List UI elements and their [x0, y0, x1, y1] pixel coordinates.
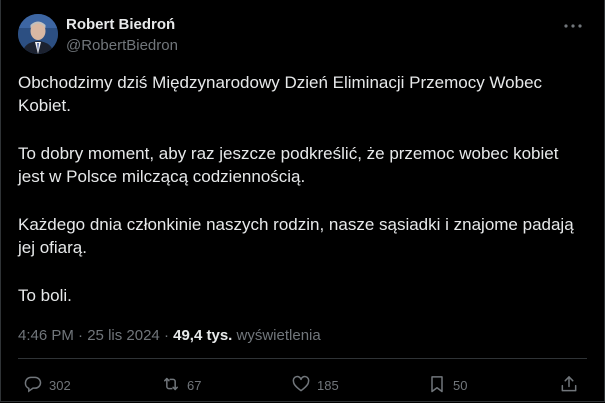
- avatar-image: [18, 14, 58, 54]
- post-paragraph: To boli.: [18, 286, 72, 305]
- avatar[interactable]: [18, 14, 58, 54]
- more-options-icon[interactable]: [562, 15, 584, 37]
- post-text: Obchodzimy dziś Międzynarodowy Dzień Eli…: [18, 71, 588, 332]
- post-paragraph: To dobry moment, aby raz jeszcze podkreś…: [18, 144, 564, 186]
- author-display-name[interactable]: Robert Biedroń: [66, 15, 178, 34]
- action-bar: 302 67 185 50: [1, 373, 604, 397]
- meta-separator: ·: [159, 327, 174, 344]
- reply-button[interactable]: 302: [23, 373, 71, 397]
- divider: [18, 358, 587, 359]
- bookmark-button[interactable]: 50: [427, 373, 467, 397]
- author-handle[interactable]: @RobertBiedron: [66, 36, 178, 55]
- post-time[interactable]: 4:46 PM: [18, 327, 74, 344]
- share-button[interactable]: [559, 373, 579, 397]
- meta-separator: ·: [73, 327, 88, 344]
- repost-count: 67: [187, 377, 202, 393]
- like-count: 185: [317, 377, 339, 393]
- post-meta: 4:46 PM · 25 lis 2024 · 49,4 tys. wyświe…: [18, 326, 321, 346]
- tweet-card: Robert Biedroń @RobertBiedron Obchodzimy…: [0, 0, 605, 402]
- post-paragraph: Każdego dnia członkinie naszych rodzin, …: [18, 215, 579, 257]
- post-paragraph: Obchodzimy dziś Międzynarodowy Dzień Eli…: [18, 73, 547, 115]
- views-label: wyświetlenia: [232, 327, 321, 344]
- views-count: 49,4 tys.: [173, 327, 233, 344]
- like-button[interactable]: 185: [291, 373, 339, 397]
- bookmark-icon: [427, 374, 447, 397]
- author-info: Robert Biedroń @RobertBiedron: [66, 15, 178, 55]
- repost-icon: [161, 374, 181, 397]
- post-date[interactable]: 25 lis 2024: [87, 327, 160, 344]
- bookmark-count: 50: [453, 377, 468, 393]
- heart-icon: [291, 374, 311, 397]
- repost-button[interactable]: 67: [161, 373, 201, 397]
- reply-icon: [23, 374, 43, 397]
- reply-count: 302: [49, 377, 71, 393]
- share-icon: [559, 374, 579, 397]
